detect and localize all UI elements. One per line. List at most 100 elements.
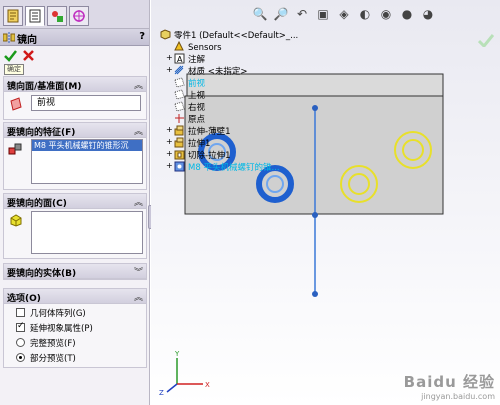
full-preview-radio[interactable] bbox=[16, 338, 25, 347]
tree-item-label: 前视 bbox=[188, 79, 206, 89]
faces-to-mirror-group: 要镜向的面(C) ︽ bbox=[3, 193, 147, 259]
propagate-visual-option[interactable]: 延伸视象属性(P) bbox=[16, 321, 93, 334]
tree-item-label: 右视 bbox=[188, 103, 206, 113]
mirror-plane-group-header[interactable]: 镜向面/基准面(M) ︽ bbox=[4, 77, 146, 92]
mirror-plane-group-label: 镜向面/基准面(M) bbox=[7, 82, 82, 92]
geometry-pattern-option[interactable]: 几何体阵列(G) bbox=[16, 306, 86, 319]
tree-root[interactable]: 零件1 (Default<<Default>_... bbox=[160, 29, 298, 41]
expand-plus-icon[interactable]: + bbox=[166, 149, 173, 158]
dimxpert-tab-icon[interactable] bbox=[69, 6, 89, 26]
collapse-chevron-icon[interactable]: ︽ bbox=[134, 124, 143, 137]
page-title: 镜向 bbox=[17, 35, 37, 46]
ok-tooltip: 确定 bbox=[4, 64, 24, 75]
propagate-visual-checkbox[interactable] bbox=[16, 321, 25, 332]
watermark: Baidu 经验 jingyan.baidu.com bbox=[404, 371, 495, 401]
plane-selection-icon bbox=[10, 97, 22, 111]
annotations-icon: A bbox=[174, 53, 185, 64]
sensors-icon bbox=[174, 41, 184, 51]
features-group-header[interactable]: 要镜向的特征(F) ︽ bbox=[4, 123, 146, 138]
features-group-label: 要镜向的特征(F) bbox=[7, 128, 76, 138]
tree-item[interactable]: 原点 bbox=[174, 113, 205, 125]
plane-handle-top bbox=[312, 105, 318, 111]
coordinate-triad-icon: Y X Z bbox=[159, 350, 210, 397]
plane-icon bbox=[174, 101, 185, 112]
partial-preview-label: 部分预览(T) bbox=[30, 353, 76, 364]
plate-top-face bbox=[186, 73, 444, 97]
hole-wizard-icon bbox=[174, 161, 185, 172]
full-preview-label: 完整预览(F) bbox=[30, 338, 76, 349]
faces-list[interactable] bbox=[31, 211, 143, 254]
mirror-plane-group: 镜向面/基准面(M) ︽ 前视 bbox=[3, 76, 147, 120]
tree-root-label: 零件1 (Default<<Default>_... bbox=[174, 31, 299, 41]
expand-plus-icon[interactable]: + bbox=[166, 161, 173, 170]
mirror-plane-field[interactable]: 前视 bbox=[31, 95, 141, 111]
tree-item-label: M8 平头机械螺钉的锥... bbox=[188, 163, 280, 173]
feature-manager-tab-icon[interactable] bbox=[3, 6, 23, 26]
tree-item[interactable]: 切除-拉伸1 bbox=[174, 149, 230, 161]
options-group: 选项(O) ︽ 几何体阵列(G) 延伸视象属性(P) 完整预览(F) 部分预览(… bbox=[3, 288, 147, 368]
collapse-chevron-icon[interactable]: ︽ bbox=[134, 78, 143, 91]
svg-text:A: A bbox=[177, 55, 183, 64]
full-preview-option[interactable]: 完整预览(F) bbox=[16, 336, 76, 349]
options-group-label: 选项(O) bbox=[7, 294, 41, 304]
svg-text:X: X bbox=[205, 381, 210, 389]
features-list-item[interactable]: M8 平头机械螺钉的锥形沉 bbox=[32, 140, 142, 151]
property-manager-titlebar: 镜向 ? bbox=[0, 29, 149, 46]
confirmation-corner-ok-icon[interactable] bbox=[478, 33, 494, 47]
bodies-group-label: 要镜向的实体(B) bbox=[7, 269, 77, 279]
extrude-icon bbox=[174, 125, 184, 136]
tree-item[interactable]: 拉伸1 bbox=[174, 137, 210, 149]
plane-icon bbox=[174, 77, 185, 88]
expand-chevron-icon[interactable]: ︾ bbox=[134, 265, 143, 278]
expand-plus-icon[interactable]: + bbox=[166, 125, 173, 134]
ok-check-icon[interactable] bbox=[4, 49, 17, 62]
expand-plus-icon[interactable]: + bbox=[166, 137, 173, 146]
cut-extrude-icon bbox=[174, 150, 185, 160]
tree-item-label: 材质 <未指定> bbox=[188, 67, 248, 77]
faces-group-header[interactable]: 要镜向的面(C) ︽ bbox=[4, 194, 146, 209]
origin-icon bbox=[175, 114, 184, 123]
property-manager-panel: 镜向 ? 确定 镜向面/基准面(M) ︽ 前视 要镜向的特征(F) ︽ M8 平… bbox=[0, 0, 150, 405]
expand-plus-icon[interactable]: + bbox=[166, 65, 173, 74]
tree-item[interactable]: 前视 bbox=[174, 77, 205, 89]
tree-item-label: 切除-拉伸1 bbox=[188, 151, 231, 161]
features-list[interactable]: M8 平头机械螺钉的锥形沉 bbox=[31, 139, 143, 184]
tree-item[interactable]: 右视 bbox=[174, 101, 205, 113]
tree-item[interactable]: M8 平头机械螺钉的锥... bbox=[174, 161, 280, 173]
action-row bbox=[0, 47, 149, 65]
configuration-manager-tab-icon[interactable] bbox=[47, 6, 67, 26]
tree-item[interactable]: 材质 <未指定> bbox=[174, 65, 247, 77]
collapse-chevron-icon[interactable]: ︽ bbox=[134, 290, 143, 303]
geometry-pattern-checkbox[interactable] bbox=[16, 308, 25, 317]
svg-text:Z: Z bbox=[159, 389, 164, 397]
propagate-visual-label: 延伸视象属性(P) bbox=[30, 323, 93, 334]
tree-item-label: 拉伸1 bbox=[188, 139, 211, 149]
help-button[interactable]: ? bbox=[139, 31, 145, 42]
plane-handle-bottom bbox=[312, 291, 318, 297]
geometry-pattern-label: 几何体阵列(G) bbox=[30, 308, 86, 319]
features-selection-icon bbox=[8, 143, 22, 155]
bodies-group-header[interactable]: 要镜向的实体(B) ︾ bbox=[4, 264, 146, 279]
extrude-icon bbox=[174, 137, 184, 148]
material-icon bbox=[174, 65, 184, 75]
tree-item[interactable]: Sensors bbox=[174, 41, 222, 53]
mirror-icon bbox=[3, 32, 15, 43]
tree-item[interactable]: 拉伸-薄壁1 bbox=[174, 125, 230, 137]
watermark-brand: Baidu 经验 bbox=[403, 373, 495, 391]
graphics-area[interactable]: 🔍 🔎 ↶ ▣ ◈ ◐ ◉ ● ◕ Y X Z 零件1 (Default<<De… bbox=[151, 0, 500, 405]
bodies-to-mirror-group: 要镜向的实体(B) ︾ bbox=[3, 263, 147, 280]
partial-preview-radio[interactable] bbox=[16, 353, 25, 362]
tree-item[interactable]: 上视 bbox=[174, 89, 205, 101]
options-group-header[interactable]: 选项(O) ︽ bbox=[4, 289, 146, 304]
tree-item[interactable]: A 注解 bbox=[174, 53, 205, 65]
expand-plus-icon[interactable]: + bbox=[166, 53, 173, 62]
partial-preview-option[interactable]: 部分预览(T) bbox=[16, 351, 76, 364]
features-to-mirror-group: 要镜向的特征(F) ︽ M8 平头机械螺钉的锥形沉 bbox=[3, 122, 147, 190]
collapse-chevron-icon[interactable]: ︽ bbox=[134, 195, 143, 208]
tree-item-label: 拉伸-薄壁1 bbox=[188, 127, 231, 137]
property-manager-tab-icon[interactable] bbox=[25, 6, 45, 26]
tree-item-label: 原点 bbox=[188, 115, 206, 125]
plane-icon bbox=[174, 89, 185, 100]
part-icon bbox=[160, 29, 171, 40]
cancel-x-icon[interactable] bbox=[22, 49, 35, 62]
